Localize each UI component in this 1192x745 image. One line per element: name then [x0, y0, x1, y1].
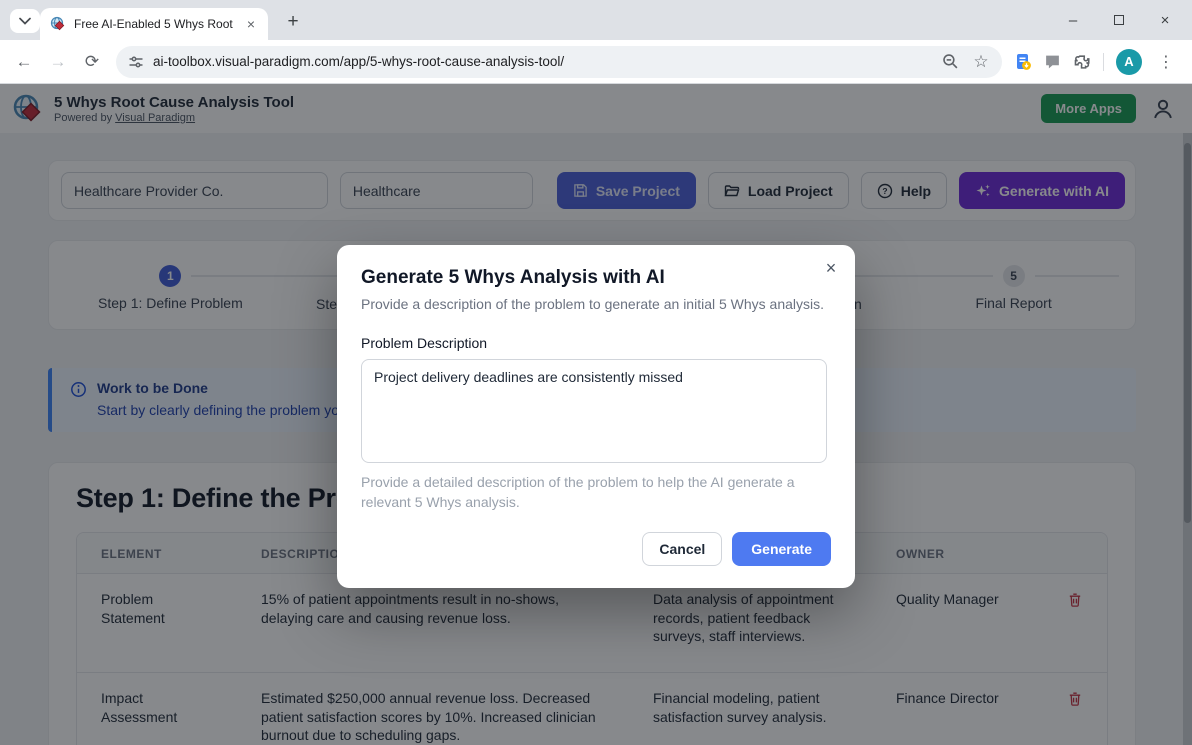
- browser-navbar: ← → ⟳ ai-toolbox.visual-paradigm.com/app…: [0, 40, 1192, 84]
- reload-button[interactable]: ⟳: [76, 46, 108, 78]
- bookmark-star-icon[interactable]: ☆: [970, 51, 992, 73]
- site-favicon-icon: [50, 16, 66, 32]
- window-minimize-button[interactable]: –: [1050, 0, 1096, 40]
- modal-close-button[interactable]: ×: [819, 256, 843, 280]
- generate-ai-modal: × Generate 5 Whys Analysis with AI Provi…: [337, 245, 855, 588]
- window-close-button[interactable]: ×: [1142, 0, 1188, 40]
- modal-helper-text: Provide a detailed description of the pr…: [361, 472, 801, 513]
- window-controls: – ×: [1050, 0, 1188, 40]
- cancel-button[interactable]: Cancel: [642, 532, 722, 566]
- comment-icon[interactable]: [1044, 53, 1061, 70]
- new-tab-button[interactable]: +: [280, 9, 306, 35]
- modal-title: Generate 5 Whys Analysis with AI: [361, 267, 831, 289]
- generate-button[interactable]: Generate: [732, 532, 831, 566]
- chrome-actions: A ⋮: [1010, 49, 1184, 75]
- extensions-icon[interactable]: [1073, 53, 1091, 71]
- site-settings-icon[interactable]: [128, 54, 144, 70]
- tab-close-icon[interactable]: ×: [242, 15, 260, 33]
- problem-description-textarea[interactable]: Project delivery deadlines are consisten…: [361, 359, 827, 463]
- back-button[interactable]: ←: [8, 46, 40, 78]
- docs-offline-icon[interactable]: [1014, 53, 1032, 71]
- window-maximize-button[interactable]: [1096, 0, 1142, 40]
- problem-description-label: Problem Description: [361, 335, 831, 351]
- profile-avatar[interactable]: A: [1116, 49, 1142, 75]
- modal-footer: Cancel Generate: [642, 532, 831, 566]
- forward-button[interactable]: →: [42, 46, 74, 78]
- tab-title: Free AI-Enabled 5 Whys Root C: [74, 17, 236, 31]
- maximize-icon: [1114, 15, 1124, 25]
- chevron-down-icon: [19, 17, 31, 25]
- url-text: ai-toolbox.visual-paradigm.com/app/5-why…: [153, 54, 930, 69]
- zoom-out-icon[interactable]: [939, 51, 961, 73]
- address-bar[interactable]: ai-toolbox.visual-paradigm.com/app/5-why…: [116, 46, 1002, 78]
- browser-menu-icon[interactable]: ⋮: [1154, 52, 1178, 72]
- browser-tab-strip: Free AI-Enabled 5 Whys Root C × + – ×: [0, 0, 1192, 40]
- divider: [1103, 53, 1104, 71]
- modal-subtitle: Provide a description of the problem to …: [361, 296, 831, 312]
- browser-tab[interactable]: Free AI-Enabled 5 Whys Root C ×: [40, 8, 268, 40]
- tab-search-button[interactable]: [10, 9, 40, 33]
